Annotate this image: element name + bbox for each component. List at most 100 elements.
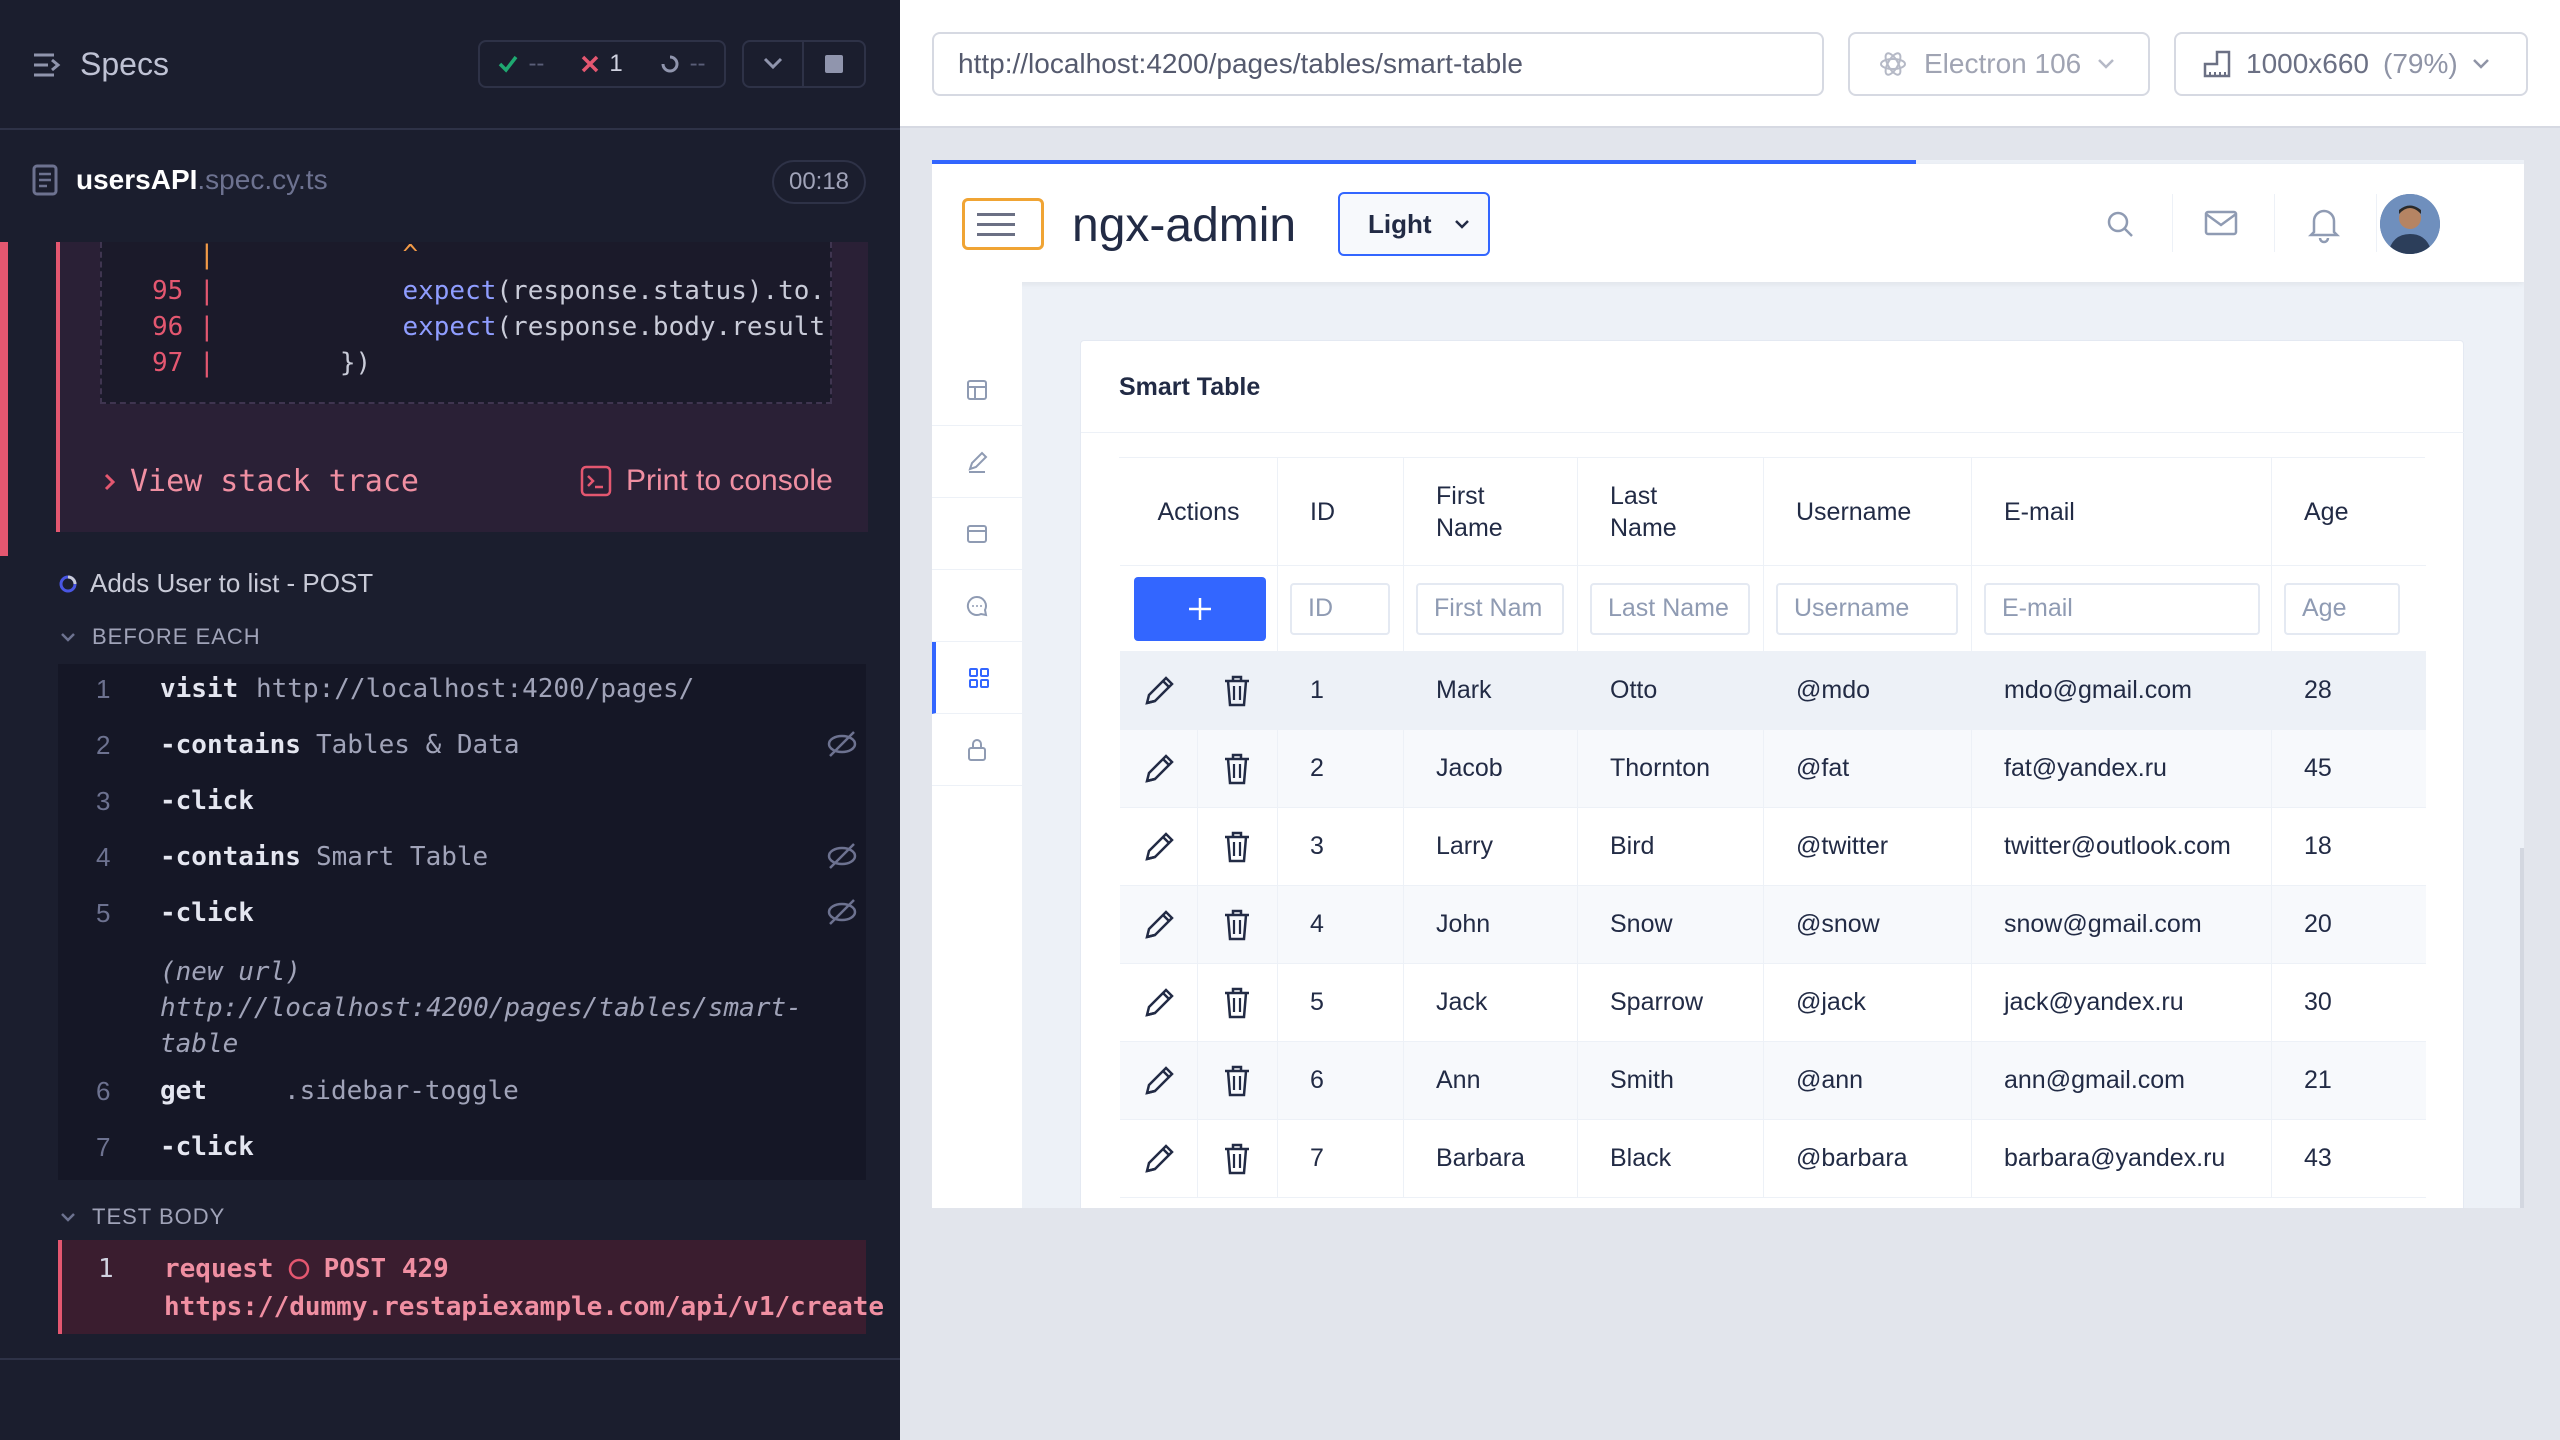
edit-icon[interactable]	[1142, 830, 1176, 864]
command-name: get	[160, 1076, 207, 1106]
table-row[interactable]: 2 Jacob Thornton @fat fat@yandex.ru 45	[1120, 730, 2426, 808]
cell-username: @jack	[1764, 964, 1972, 1041]
specs-toggle[interactable]: Specs	[32, 46, 169, 83]
edit-icon[interactable]	[1142, 986, 1176, 1020]
cell-age: 20	[2304, 910, 2332, 938]
cell-first-name: Jack	[1404, 964, 1578, 1041]
error-indicator-bar	[0, 242, 8, 556]
failed-stat: 1	[581, 50, 623, 78]
filter-age-input[interactable]: Age	[2284, 582, 2400, 635]
edit-icon[interactable]	[1142, 674, 1176, 708]
filter-cell: Last Name	[1578, 566, 1764, 651]
request-url: https://dummy.restapiexample.com/api/v1/…	[164, 1292, 885, 1322]
before-each-hook-toggle[interactable]: BEFORE EACH	[60, 624, 261, 650]
trash-icon[interactable]	[1222, 830, 1252, 864]
failed-command-row[interactable]: 1 request POST 429 https://dummy.restapi…	[58, 1240, 884, 1334]
stop-button[interactable]	[802, 40, 866, 88]
edit-icon[interactable]	[1142, 1142, 1176, 1176]
url-bar[interactable]: http://localhost:4200/pages/tables/smart…	[932, 32, 1824, 96]
test-body-hook-toggle[interactable]: TEST BODY	[60, 1204, 225, 1230]
cell-id: 7	[1278, 1120, 1404, 1197]
column-header-username[interactable]: Username	[1764, 458, 1972, 565]
cell-last-name: Sparrow	[1578, 964, 1764, 1041]
command-row[interactable]: 5 -click	[58, 898, 866, 938]
trash-icon[interactable]	[1222, 1142, 1252, 1176]
command-row[interactable]: 4 -contains Smart Table	[58, 842, 866, 882]
grid-icon	[969, 667, 989, 688]
before-each-commands: 1 visit http://localhost:4200/pages/ 2 -…	[58, 664, 866, 1180]
filter-id-input[interactable]: ID	[1290, 582, 1390, 635]
view-stack-trace-link[interactable]: View stack trace	[104, 464, 419, 499]
command-row[interactable]: 1 visit http://localhost:4200/pages/	[58, 674, 866, 714]
command-row[interactable]: 3 -click	[58, 786, 866, 826]
command-row[interactable]: 7 -click	[58, 1132, 866, 1172]
column-header-first-name[interactable]: First Name	[1404, 458, 1578, 565]
viewport-info[interactable]: 1000x660 (79%)	[2174, 32, 2528, 96]
trash-icon[interactable]	[1222, 752, 1252, 786]
table-row[interactable]: 3 Larry Bird @twitter twitter@outlook.co…	[1120, 808, 2426, 886]
sidebar-toggle[interactable]	[962, 198, 1044, 250]
filter-first-name-input[interactable]: First Nam	[1416, 582, 1564, 635]
table-row[interactable]: 5 Jack Sparrow @jack jack@yandex.ru 30	[1120, 964, 2426, 1042]
app-logo[interactable]: ngx-admin	[1072, 198, 1296, 253]
error-block: | ^ 95 | expect(response.status).to. 96 …	[0, 240, 868, 556]
cell-last-name: Thornton	[1578, 730, 1764, 807]
edit-icon[interactable]	[1142, 752, 1176, 786]
filter-last-name-input[interactable]: Last Name	[1590, 582, 1750, 635]
trash-icon[interactable]	[1222, 1064, 1252, 1098]
edit-icon[interactable]	[1142, 908, 1176, 942]
edit-cell	[1120, 730, 1198, 807]
chevron-down-icon	[2098, 59, 2115, 69]
command-row[interactable]: 6 get .sidebar-toggle	[58, 1076, 866, 1116]
chevron-down-icon	[61, 1213, 75, 1222]
filter-username-input[interactable]: Username	[1776, 582, 1958, 635]
theme-select[interactable]: Light	[1338, 192, 1490, 256]
chevron-down-icon	[61, 633, 75, 642]
delete-cell	[1198, 808, 1278, 885]
column-header-age[interactable]: Age	[2272, 458, 2426, 565]
sidebar-item-modal[interactable]	[932, 570, 1022, 642]
cell-email: snow@gmail.com	[1972, 886, 2272, 963]
sidebar-item-forms[interactable]	[932, 426, 1022, 498]
edit-icon[interactable]	[1142, 1064, 1176, 1098]
trash-icon[interactable]	[1222, 674, 1252, 708]
browser-selector[interactable]: Electron 106	[1848, 32, 2150, 96]
column-header-email[interactable]: E-mail	[1972, 458, 2272, 565]
table-row[interactable]: 1 Mark Otto @mdo mdo@gmail.com 28	[1120, 652, 2426, 730]
mail-icon[interactable]	[2204, 204, 2238, 242]
specs-list-icon	[32, 52, 62, 78]
viewport-size: 1000x660	[2246, 48, 2370, 79]
trash-icon[interactable]	[1222, 908, 1252, 942]
column-header-last-name[interactable]: Last Name	[1578, 458, 1764, 565]
auto-scroll-button[interactable]	[742, 40, 804, 88]
sidebar-item-ui-features[interactable]	[932, 498, 1022, 570]
sidebar-item-tables[interactable]	[932, 642, 1022, 714]
column-header-id[interactable]: ID	[1278, 458, 1404, 565]
scrollbar[interactable]	[2520, 848, 2524, 1208]
trash-icon[interactable]	[1222, 986, 1252, 1020]
edit-cell	[1120, 808, 1198, 885]
cell-last-name: Snow	[1578, 886, 1764, 963]
command-row[interactable]: 2 -contains Tables & Data	[58, 730, 866, 770]
user-avatar[interactable]	[2380, 194, 2440, 254]
cell-last-name: Smith	[1578, 1042, 1764, 1119]
command-name: -click	[160, 1132, 254, 1162]
table-row[interactable]: 7 Barbara Black @barbara barbara@yandex.…	[1120, 1120, 2426, 1198]
table-row[interactable]: 4 John Snow @snow snow@gmail.com 20	[1120, 886, 2426, 964]
cell-first-name: Barbara	[1404, 1120, 1578, 1197]
add-row-button[interactable]	[1134, 576, 1266, 641]
cell-first-name: John	[1404, 886, 1578, 963]
stop-icon	[825, 55, 843, 73]
cell-username: @barbara	[1764, 1120, 1972, 1197]
print-to-console-label: Print to console	[626, 464, 833, 497]
test-title[interactable]: Adds User to list - POST	[58, 568, 373, 599]
filter-email-input[interactable]: E-mail	[1984, 582, 2260, 635]
sidebar-item-layout[interactable]	[932, 354, 1022, 426]
table-row[interactable]: 6 Ann Smith @ann ann@gmail.com 21	[1120, 1042, 2426, 1120]
edit-cell	[1120, 964, 1198, 1041]
pending-stat: --	[660, 50, 706, 78]
sidebar-item-auth[interactable]	[932, 714, 1022, 786]
bell-icon[interactable]	[2308, 204, 2340, 244]
print-to-console-button[interactable]: Print to console	[580, 464, 833, 498]
search-icon[interactable]	[2104, 204, 2136, 242]
